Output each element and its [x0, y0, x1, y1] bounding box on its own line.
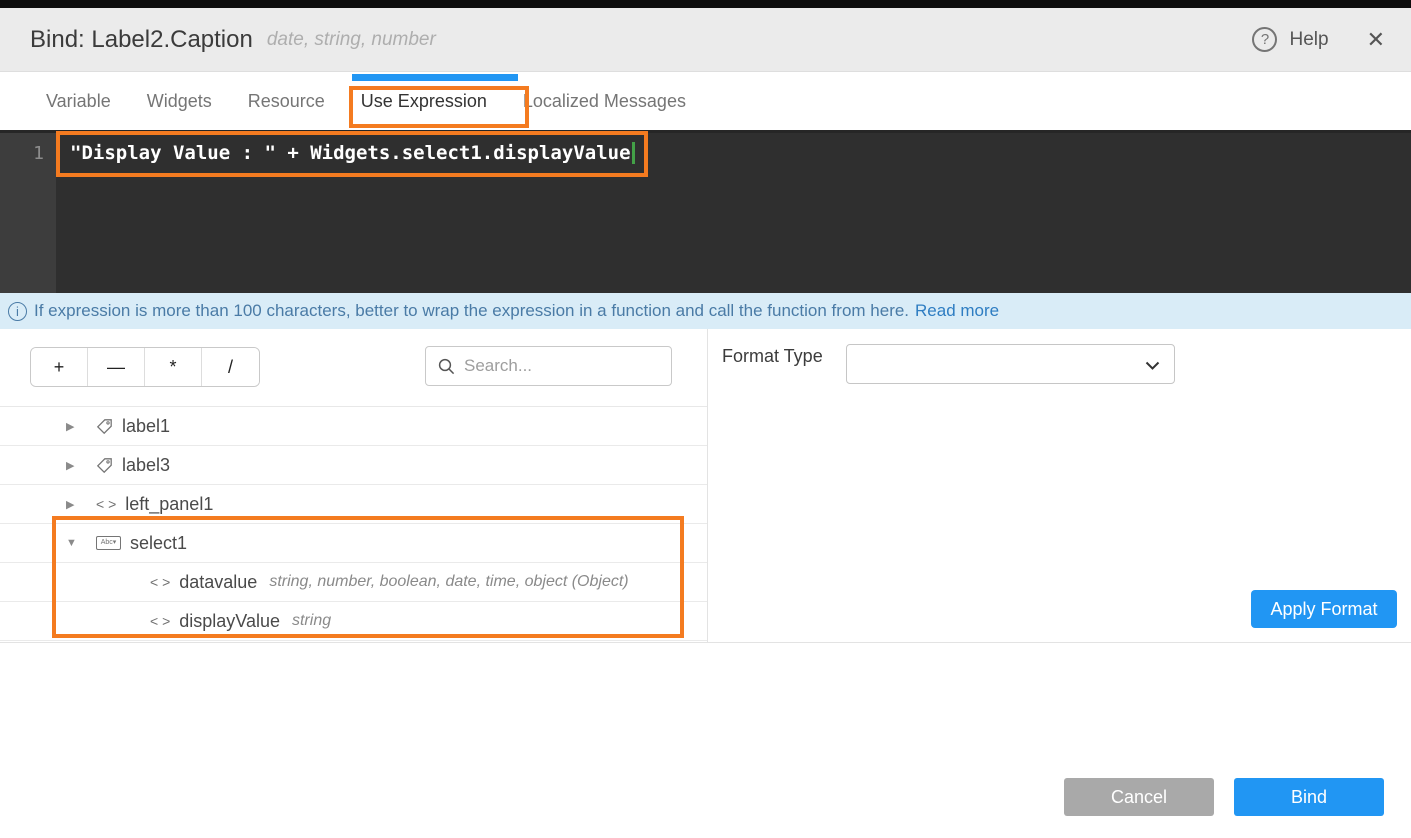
info-banner: i If expression is more than 100 charact… — [0, 293, 1411, 329]
tree-row-select1[interactable]: ▼ Abc▾ select1 — [0, 524, 707, 563]
bind-button[interactable]: Bind — [1234, 778, 1384, 816]
tree-row-datavalue[interactable]: < > datavalue string, number, boolean, dat… — [0, 563, 707, 602]
tree-row-displayvalue[interactable]: < > displayValue string — [0, 602, 707, 641]
type-hint: string — [292, 612, 331, 630]
content-footer-divider — [0, 642, 1411, 643]
tab-resource[interactable]: Resource — [230, 91, 343, 112]
search-icon — [438, 358, 455, 375]
tree-label: displayValue — [179, 611, 280, 632]
tag-icon — [96, 418, 113, 435]
tree-label: label3 — [122, 455, 170, 476]
widget-tree-panel: +—*/ ▶ label1 ▶ label3 ▶ < > left_panel1 ▼ Abc▾ s… — [0, 329, 708, 642]
expression-code-line[interactable]: "Display Value : " + Widgets.select1.dis… — [70, 142, 635, 164]
tree-row-label3[interactable]: ▶ label3 — [0, 446, 707, 485]
format-type-label: Format Type — [722, 346, 823, 367]
line-number: 1 — [0, 143, 44, 164]
expression-editor[interactable]: 1 "Display Value : " + Widgets.select1.d… — [0, 130, 1411, 293]
operator-button-0[interactable]: + — [31, 348, 88, 386]
chevron-down-icon — [1145, 361, 1160, 371]
operator-button-1[interactable]: — — [88, 348, 145, 386]
editor-gutter: 1 — [0, 133, 56, 293]
type-hint: string, number, boolean, date, time, obj… — [269, 573, 628, 591]
code-icon: < > — [96, 496, 116, 512]
info-banner-text: If expression is more than 100 character… — [34, 301, 909, 321]
search-input[interactable] — [464, 356, 659, 376]
format-type-select[interactable] — [846, 344, 1175, 384]
select-icon: Abc▾ — [96, 536, 121, 550]
dialog-title-type-hint: date, string, number — [267, 29, 436, 51]
code-icon: < > — [150, 613, 170, 629]
tab-bar: VariableWidgetsResourceUse ExpressionLoc… — [0, 72, 1411, 130]
tree-toolbar: +—*/ — [0, 329, 707, 407]
operator-button-2[interactable]: * — [145, 348, 202, 386]
tag-icon — [96, 457, 113, 474]
dialog-title: Bind: Label2.Caption — [30, 26, 253, 54]
tree-label: datavalue — [179, 572, 257, 593]
tree-label: select1 — [130, 533, 187, 554]
cancel-button[interactable]: Cancel — [1064, 778, 1214, 816]
operator-button-3[interactable]: / — [202, 348, 259, 386]
tree-row-label1[interactable]: ▶ label1 — [0, 407, 707, 446]
active-tab-indicator — [352, 74, 518, 81]
expression-code-text: "Display Value : " + Widgets.select1.dis… — [70, 142, 631, 164]
text-cursor — [632, 142, 635, 164]
dialog-header: Bind: Label2.Caption date, string, numbe… — [0, 8, 1411, 72]
code-icon: < > — [150, 574, 170, 590]
expand-icon[interactable]: ▶ — [66, 498, 80, 511]
window-top-edge — [0, 0, 1411, 8]
tab-variable[interactable]: Variable — [28, 91, 129, 112]
help-label[interactable]: Help — [1289, 29, 1328, 51]
read-more-link[interactable]: Read more — [915, 301, 999, 321]
apply-format-button[interactable]: Apply Format — [1251, 590, 1397, 628]
tree-row-left-panel1[interactable]: ▶ < > left_panel1 — [0, 485, 707, 524]
help-icon[interactable]: ? — [1252, 27, 1277, 52]
expand-icon[interactable]: ▶ — [66, 420, 80, 433]
tab-use-expression[interactable]: Use Expression — [343, 91, 505, 112]
tree-label: label1 — [122, 416, 170, 437]
close-icon[interactable]: ✕ — [1367, 27, 1385, 53]
expand-icon[interactable]: ▶ — [66, 459, 80, 472]
tree-label: left_panel1 — [125, 494, 213, 515]
widget-tree: ▶ label1 ▶ label3 ▶ < > left_panel1 ▼ Abc▾ select… — [0, 407, 707, 641]
collapse-icon[interactable]: ▼ — [66, 537, 80, 549]
tab-localized-messages[interactable]: Localized Messages — [505, 91, 704, 112]
search-box[interactable] — [425, 346, 672, 386]
info-circle-icon: i — [8, 302, 27, 321]
operator-group: +—*/ — [30, 347, 260, 387]
tab-widgets[interactable]: Widgets — [129, 91, 230, 112]
